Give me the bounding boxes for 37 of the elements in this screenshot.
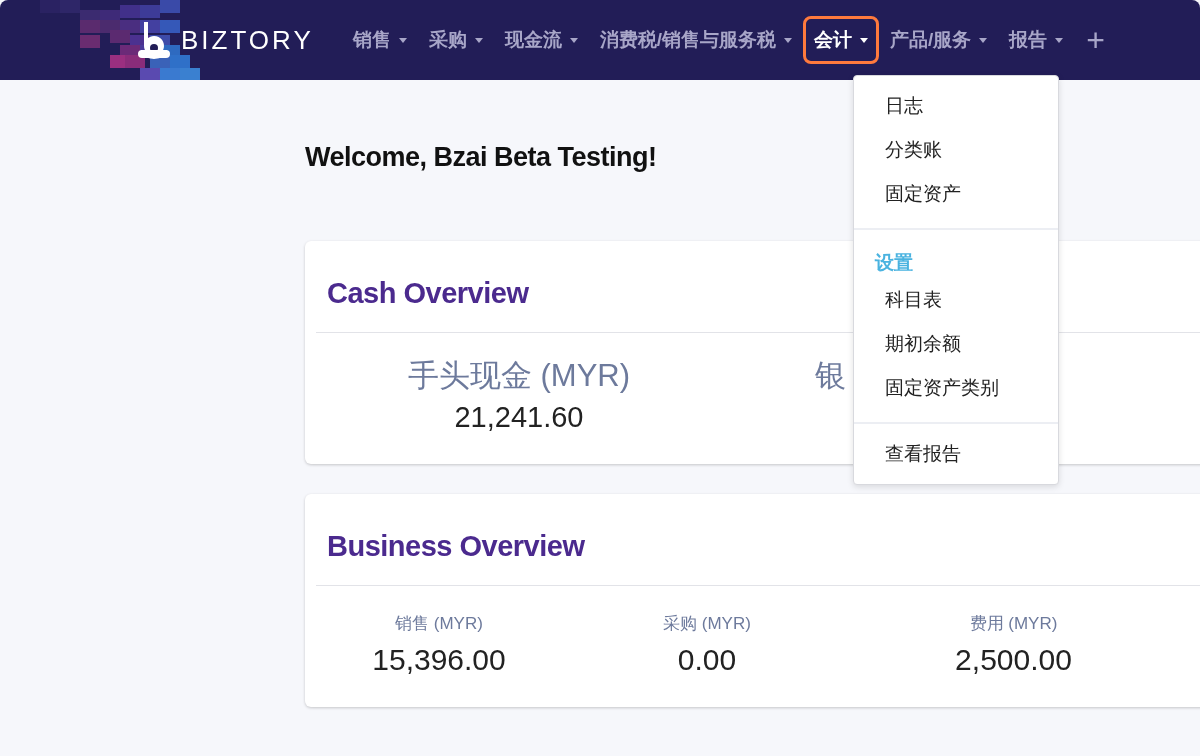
stat-value: 21,241.60 (454, 401, 584, 434)
menu-item[interactable]: 期初余额 (854, 322, 992, 366)
welcome-heading: Welcome, Bzai Beta Testing! (305, 142, 657, 173)
menu-item[interactable]: 查看报告 (854, 432, 992, 476)
caret-icon (979, 37, 988, 43)
logo-icon (135, 20, 173, 60)
menu-item[interactable]: 分类账 (854, 128, 973, 172)
caret-icon (1055, 37, 1064, 43)
nav-menu-item[interactable]: 消费税/销售与服务税 (588, 16, 803, 64)
menu-item[interactable]: 固定资产类别 (854, 366, 1030, 410)
menu-section-header: 设置 (873, 251, 914, 275)
nav-menu-item[interactable]: 产品/服务 (879, 16, 999, 64)
caret-icon (398, 37, 407, 43)
nav-menu-item[interactable]: 报告 (998, 16, 1075, 64)
menu-item[interactable]: 科目表 (854, 278, 973, 322)
card-title: Cash Overview (327, 276, 529, 311)
stat-label: 采购 (MYR) (663, 613, 751, 635)
nav-menu-item[interactable]: 销售 (341, 16, 418, 64)
menu-item[interactable]: 固定资产 (854, 172, 992, 216)
stat-value: 15,396.00 (372, 643, 506, 677)
menu-item[interactable]: 日志 (854, 84, 954, 128)
stat-value: 0.00 (677, 643, 737, 677)
caret-icon (860, 37, 868, 43)
stat-label: 手头现金 (MYR) (407, 357, 631, 395)
card-title: Business Overview (327, 529, 585, 564)
caret-icon (474, 37, 483, 43)
caret-icon (569, 37, 578, 43)
caret-icon (784, 37, 792, 43)
stat-label: 银 (815, 357, 846, 395)
brand-name: BIZTORY (181, 24, 314, 56)
add-button[interactable]: + (1076, 21, 1115, 59)
nav-menu-item[interactable]: 采购 (417, 16, 494, 64)
stat-label: 费用 (MYR) (969, 613, 1058, 635)
stat-label: 销售 (MYR) (395, 613, 483, 635)
nav-menu-item[interactable]: 现金流 (493, 16, 589, 64)
stat-value: 2,500.00 (955, 643, 1072, 677)
nav-menu-item[interactable]: 会计 (803, 16, 879, 64)
